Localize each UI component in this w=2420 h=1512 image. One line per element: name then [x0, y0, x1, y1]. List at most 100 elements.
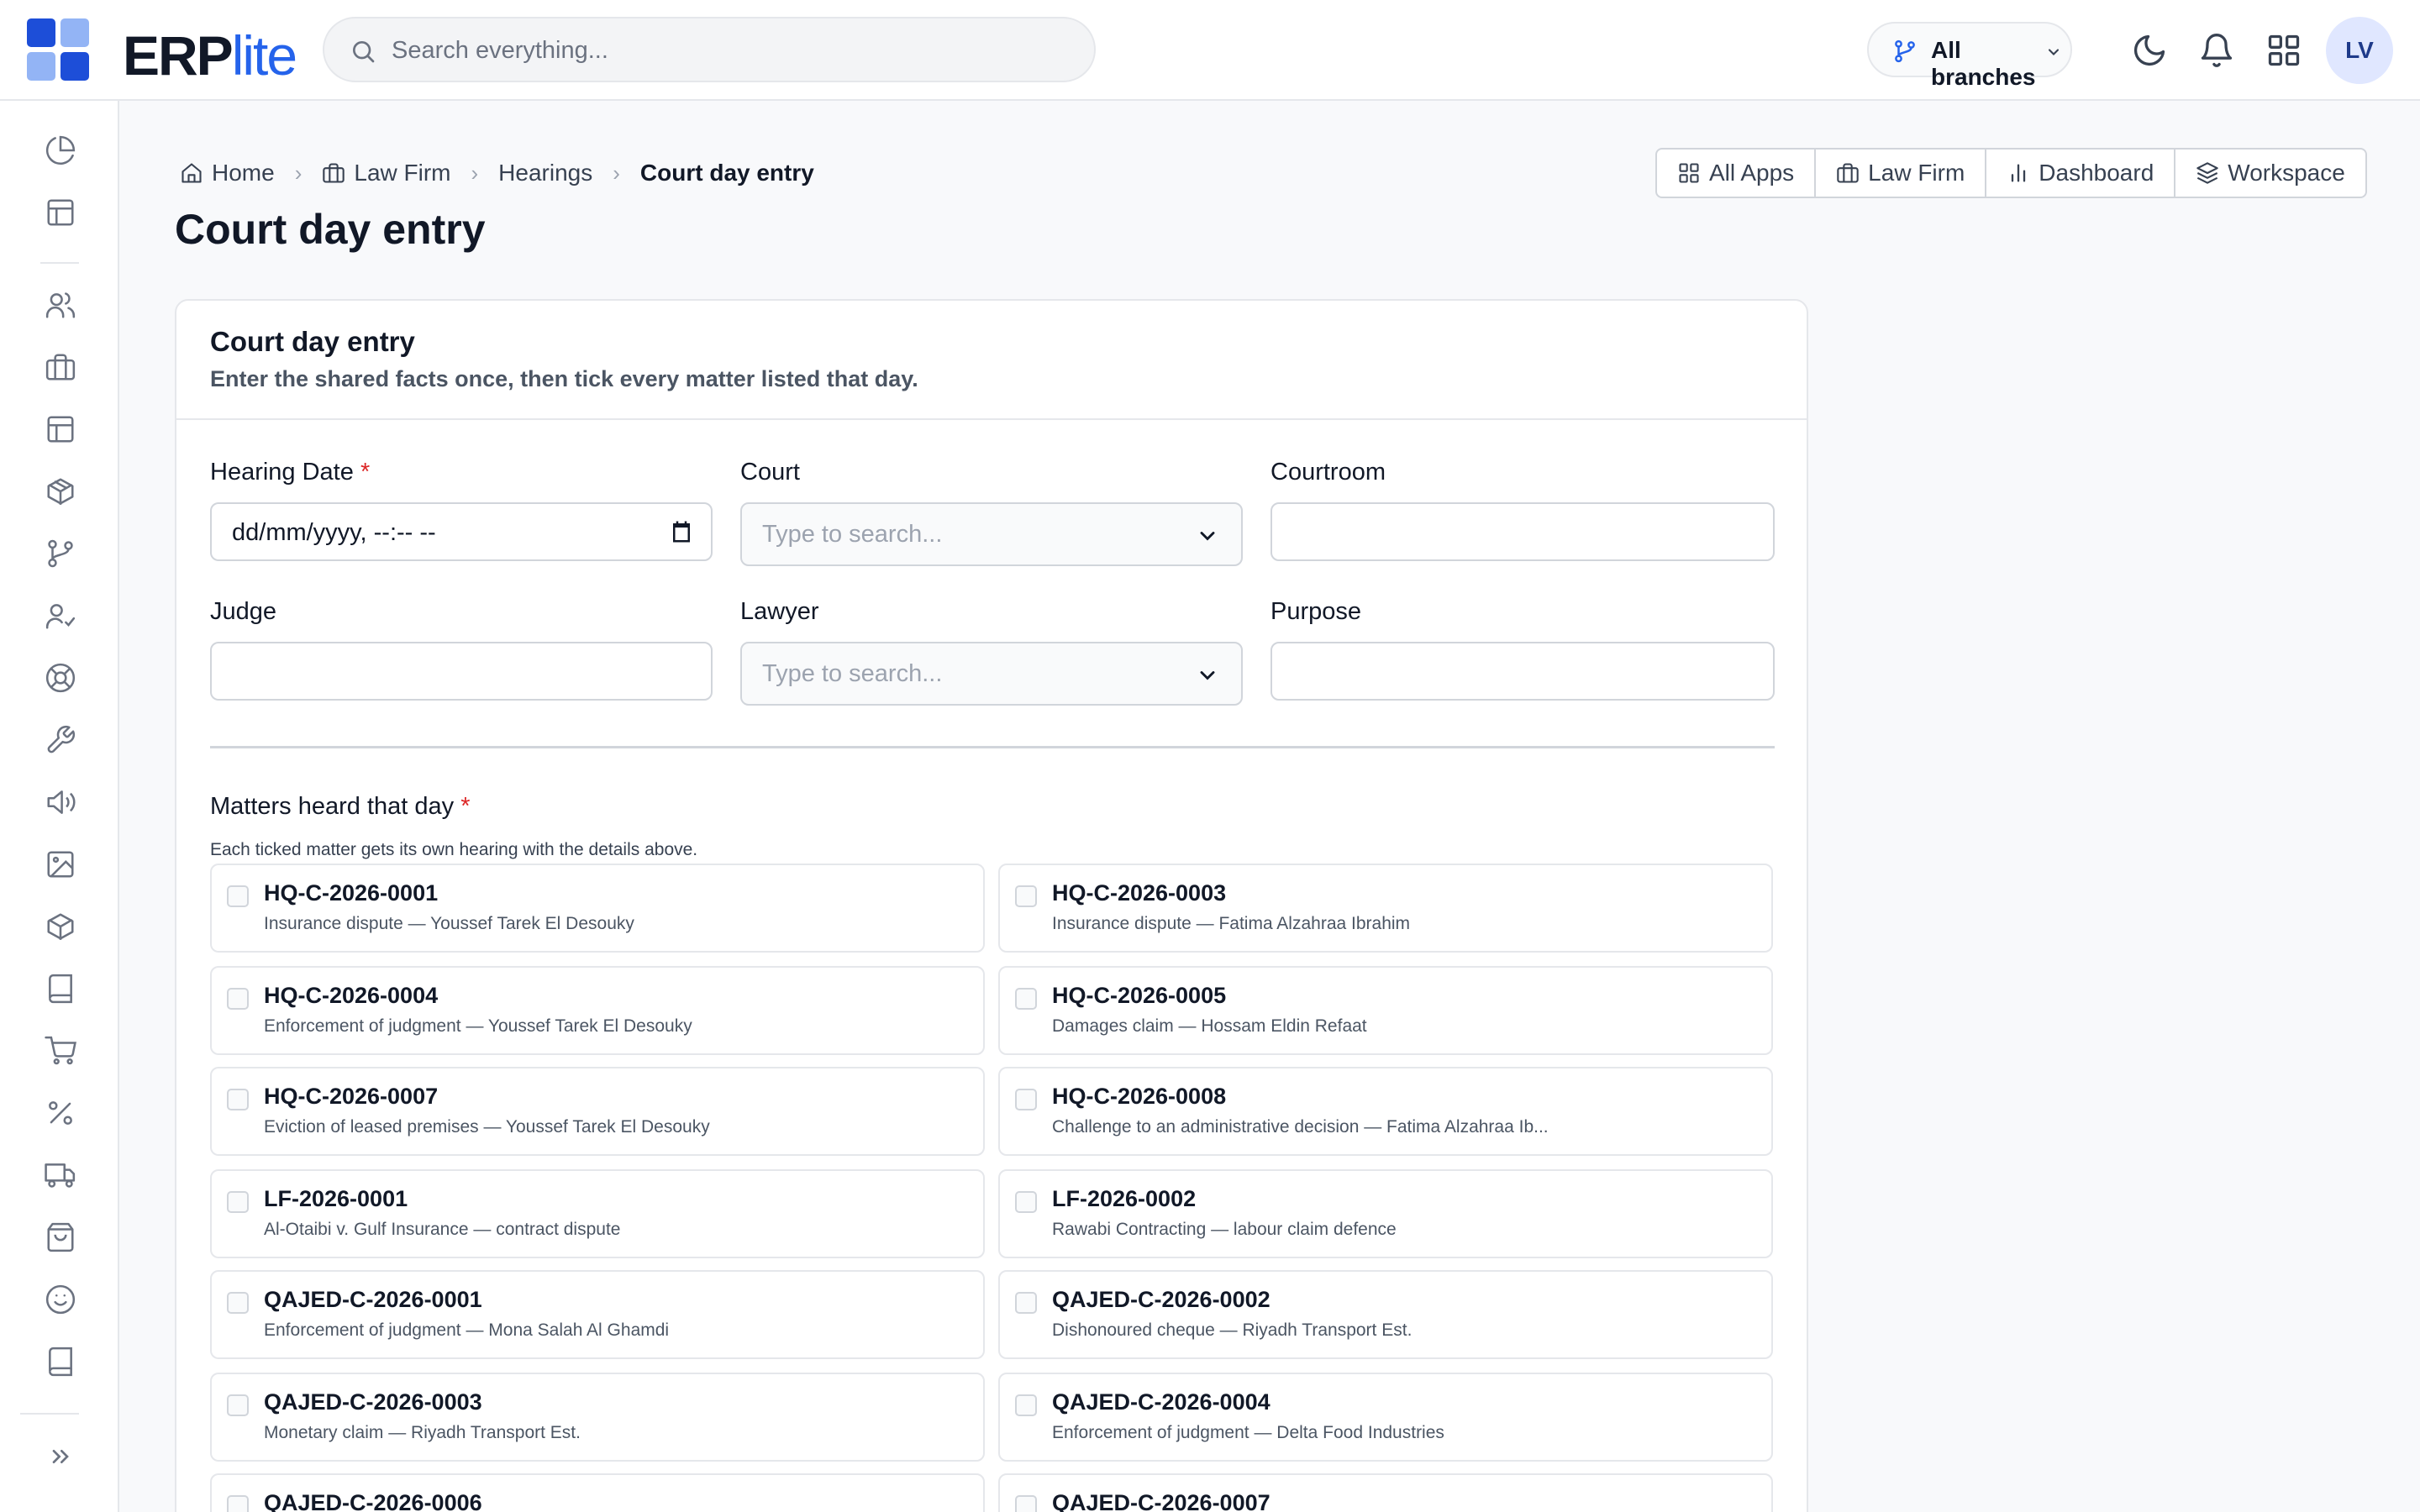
sidebar-briefcase-icon[interactable]	[45, 351, 76, 383]
sidebar-book-icon[interactable]	[45, 973, 76, 1005]
moon-icon[interactable]	[2131, 32, 2168, 69]
sidebar-life-buoy-icon[interactable]	[45, 662, 76, 694]
sidebar-wrench-icon[interactable]	[45, 724, 76, 756]
matter-checkbox[interactable]	[1015, 885, 1037, 907]
matter-checkbox[interactable]	[227, 1394, 249, 1416]
sidebar-layout-icon[interactable]	[45, 197, 76, 228]
chevron-down-icon	[1200, 532, 1215, 541]
quick-link-law-firm[interactable]: Law Firm	[1816, 150, 1987, 197]
matter-item[interactable]: LF-2026-0002 Rawabi Contracting — labour…	[998, 1169, 1773, 1258]
chevron-down-icon	[2048, 49, 2060, 55]
matter-checkbox[interactable]	[1015, 1191, 1037, 1213]
matter-checkbox[interactable]	[227, 1191, 249, 1213]
sidebar-pie-chart-icon[interactable]	[45, 134, 76, 166]
matter-item[interactable]: HQ-C-2026-0007 Eviction of leased premis…	[210, 1067, 985, 1156]
sidebar-image-icon[interactable]	[45, 848, 76, 880]
sidebar-cart-icon[interactable]	[45, 1035, 76, 1067]
hearing-date-input[interactable]: dd/mm/yyyy, --:-- --	[210, 502, 713, 561]
matter-item[interactable]: HQ-C-2026-0004 Enforcement of judgment —…	[210, 966, 985, 1055]
sidebar-megaphone-icon[interactable]	[45, 786, 76, 818]
sidebar-smile-icon[interactable]	[45, 1284, 76, 1315]
logo-text[interactable]: ERPlite	[123, 22, 297, 89]
sidebar-book-icon-2[interactable]	[45, 1346, 76, 1378]
user-avatar[interactable]: LV	[2326, 17, 2393, 84]
lawyer-label: Lawyer	[740, 598, 819, 625]
branch-selector[interactable]: All branches	[1867, 22, 2072, 90]
home-icon	[182, 163, 202, 183]
required-mark: *	[360, 459, 371, 486]
logo-icon[interactable]	[27, 18, 89, 81]
global-search[interactable]	[323, 17, 1096, 82]
matter-checkbox[interactable]	[1015, 1394, 1037, 1416]
matter-code: HQ-C-2026-0001	[264, 880, 439, 906]
sidebar-users-icon[interactable]	[45, 289, 76, 321]
matter-description: Al-Otaibi v. Gulf Insurance — contract d…	[264, 1220, 621, 1239]
matter-item[interactable]: HQ-C-2026-0003 Insurance dispute — Fatim…	[998, 864, 1773, 953]
sidebar-layout-icon-2[interactable]	[45, 413, 76, 445]
matter-item[interactable]: HQ-C-2026-0001 Insurance dispute — Youss…	[210, 864, 985, 953]
breadcrumb-hearings[interactable]: Hearings	[498, 160, 592, 186]
quick-link-workspace[interactable]: Workspace	[2175, 150, 2365, 197]
apps-grid-icon[interactable]	[2265, 32, 2302, 69]
matter-checkbox[interactable]	[227, 1292, 249, 1314]
matter-description: Enforcement of judgment — Youssef Tarek …	[264, 1016, 692, 1036]
matter-item[interactable]: QAJED-C-2026-0003 Monetary claim — Riyad…	[210, 1373, 985, 1462]
matter-checkbox[interactable]	[227, 1089, 249, 1110]
required-mark: *	[460, 793, 471, 820]
matters-hint: Each ticked matter gets its own hearing …	[210, 840, 698, 859]
briefcase-icon	[323, 163, 345, 183]
matter-code: HQ-C-2026-0007	[264, 1084, 439, 1109]
sidebar-separator-bottom	[20, 1413, 79, 1415]
purpose-label: Purpose	[1270, 598, 1362, 625]
matter-checkbox[interactable]	[1015, 1495, 1037, 1512]
lawyer-select[interactable]: Type to search...	[740, 642, 1243, 706]
court-day-entry-form: Court day entry Enter the shared facts o…	[175, 299, 1808, 1512]
matter-item[interactable]: QAJED-C-2026-0006	[210, 1473, 985, 1512]
card-header: Court day entry Enter the shared facts o…	[176, 301, 1807, 420]
matter-code: QAJED-C-2026-0001	[264, 1287, 482, 1312]
quick-link-dashboard[interactable]: Dashboard	[1986, 150, 2176, 197]
purpose-input[interactable]	[1270, 642, 1775, 701]
courtroom-input[interactable]	[1270, 502, 1775, 561]
breadcrumb-home[interactable]: Home	[180, 160, 275, 186]
matter-description: Enforcement of judgment — Delta Food Ind…	[1052, 1423, 1444, 1442]
sidebar-box-icon[interactable]	[45, 911, 76, 942]
card-subtitle: Enter the shared facts once, then tick e…	[210, 366, 918, 391]
matter-item[interactable]: LF-2026-0001 Al-Otaibi v. Gulf Insurance…	[210, 1169, 985, 1258]
matter-item[interactable]: HQ-C-2026-0008 Challenge to an administr…	[998, 1067, 1773, 1156]
matter-checkbox[interactable]	[1015, 1292, 1037, 1314]
calendar-icon[interactable]	[669, 519, 694, 544]
breadcrumb-label: Court day entry	[639, 160, 814, 186]
matter-description: Monetary claim — Riyadh Transport Est.	[264, 1423, 581, 1442]
matter-code: HQ-C-2026-0004	[264, 983, 439, 1008]
matter-code: QAJED-C-2026-0002	[1052, 1287, 1270, 1312]
matter-item[interactable]: QAJED-C-2026-0004 Enforcement of judgmen…	[998, 1373, 1773, 1462]
sidebar-truck-icon[interactable]	[45, 1159, 76, 1191]
court-select[interactable]: Type to search...	[740, 502, 1243, 566]
quick-link-all-apps[interactable]: All Apps	[1657, 150, 1817, 197]
matter-checkbox[interactable]	[1015, 1089, 1037, 1110]
sidebar-shopping-bag-icon[interactable]	[45, 1221, 76, 1253]
chevrons-right-icon[interactable]	[47, 1443, 74, 1470]
breadcrumb-separator: ›	[294, 160, 302, 186]
matter-item[interactable]: QAJED-C-2026-0001 Enforcement of judgmen…	[210, 1270, 985, 1359]
matter-item[interactable]: QAJED-C-2026-0007	[998, 1473, 1773, 1512]
matter-item[interactable]: HQ-C-2026-0005 Damages claim — Hossam El…	[998, 966, 1773, 1055]
sidebar-package-icon[interactable]	[45, 475, 76, 507]
matter-checkbox[interactable]	[227, 1495, 249, 1512]
sidebar-percent-icon[interactable]	[45, 1097, 76, 1129]
matter-checkbox[interactable]	[227, 988, 249, 1010]
search-input[interactable]	[392, 29, 1064, 72]
matter-item[interactable]: QAJED-C-2026-0002 Dishonoured cheque — R…	[998, 1270, 1773, 1359]
sidebar-user-check-icon[interactable]	[45, 600, 76, 632]
sidebar-separator	[40, 262, 79, 264]
breadcrumb-law-firm[interactable]: Law Firm	[322, 160, 451, 186]
matter-description: Rawabi Contracting — labour claim defenc…	[1052, 1220, 1397, 1239]
breadcrumb-current: Court day entry	[640, 160, 814, 186]
matter-checkbox[interactable]	[227, 885, 249, 907]
sidebar-git-branch-icon[interactable]	[45, 538, 76, 570]
matter-checkbox[interactable]	[1015, 988, 1037, 1010]
bell-icon[interactable]	[2198, 32, 2235, 69]
judge-input[interactable]	[210, 642, 713, 701]
matter-code: LF-2026-0002	[1052, 1186, 1197, 1211]
